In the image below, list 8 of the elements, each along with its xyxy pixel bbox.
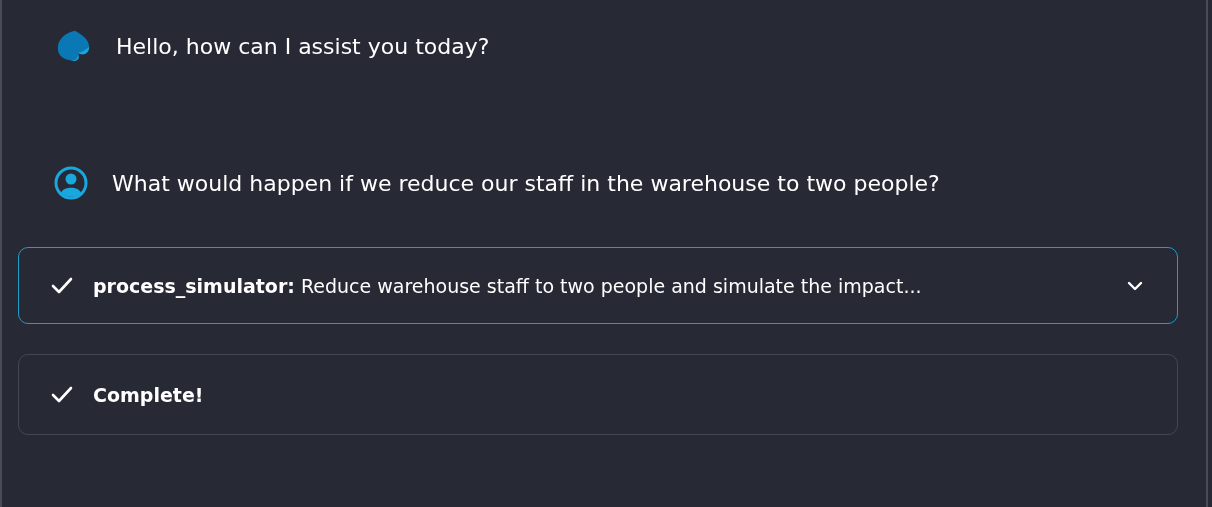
step-card[interactable]: Complete!	[18, 354, 1178, 435]
step-text: process_simulator: Reduce warehouse staff to two people and simulate the impact...	[93, 274, 922, 297]
step-card[interactable]: process_simulator: Reduce warehouse staff to two people and simulate the impact...	[18, 247, 1178, 324]
chevron-down-icon[interactable]	[1127, 280, 1143, 291]
step-text: Complete!	[93, 383, 204, 406]
message-text: What would happen if we reduce our staff in the warehouse to two people?	[112, 170, 940, 196]
user-icon	[54, 166, 88, 200]
message-text: Hello, how can I assist you today?	[116, 33, 490, 59]
